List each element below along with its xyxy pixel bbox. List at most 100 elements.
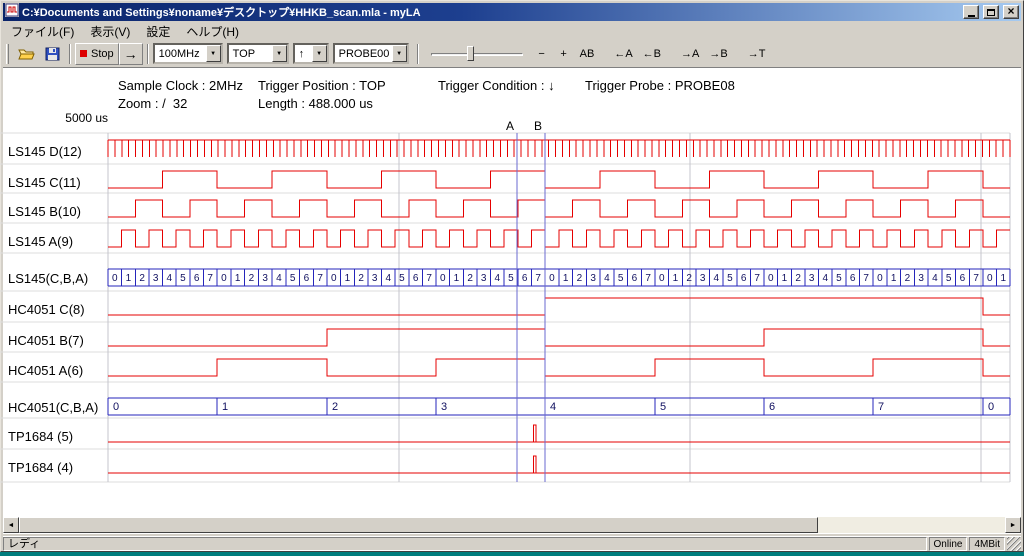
bus-value: 1 — [563, 273, 569, 284]
bus-value: 3 — [441, 401, 447, 413]
bus-value: 4 — [276, 273, 282, 284]
menu-settings[interactable]: 設定 — [138, 21, 178, 42]
probe-combobox[interactable]: PROBE00 ▼ — [333, 43, 409, 64]
bus-value: 0 — [768, 273, 774, 284]
waveform — [108, 359, 1010, 376]
stop-label: Stop — [91, 48, 114, 60]
zoom-out-button[interactable]: − — [531, 43, 553, 65]
channel-label: HC4051 C(8) — [8, 302, 85, 317]
menu-help[interactable]: ヘルプ(H) — [178, 21, 247, 42]
resize-grip[interactable] — [1007, 537, 1021, 551]
bus-value: 3 — [809, 273, 815, 284]
stop-button[interactable]: Stop — [75, 43, 119, 65]
close-icon: × — [1007, 5, 1014, 17]
bus-value: 7 — [863, 273, 869, 284]
toolbar-separator — [147, 44, 149, 64]
dropdown-arrow-icon[interactable]: ▼ — [392, 45, 407, 62]
waveform — [108, 456, 1010, 473]
dropdown-arrow-icon[interactable]: ▼ — [312, 45, 327, 62]
open-button[interactable] — [13, 43, 40, 65]
bus-value: 5 — [946, 273, 952, 284]
minimize-button[interactable] — [963, 5, 979, 19]
trigger-edge-combobox[interactable]: ↑ ▼ — [293, 43, 329, 64]
save-button[interactable] — [40, 43, 65, 65]
channel-label: HC4051(C,B,A) — [8, 400, 98, 415]
folder-open-icon — [18, 47, 35, 61]
waveform — [108, 230, 1010, 247]
bus-value: 2 — [795, 273, 801, 284]
bus-value: 3 — [372, 273, 378, 284]
goto-b-left-button[interactable]: ←B — [638, 43, 666, 65]
bus-value: 7 — [878, 401, 884, 413]
trigger-position-combobox[interactable]: TOP ▼ — [227, 43, 289, 64]
goto-a-right-button[interactable]: →A — [676, 43, 704, 65]
bus-value: 0 — [987, 273, 993, 284]
trigger-position-info: Trigger Position : TOP — [258, 78, 386, 93]
zoom-slider[interactable] — [429, 43, 525, 65]
status-text: レディ — [3, 537, 927, 551]
bus-value: 0 — [877, 273, 883, 284]
slider-thumb[interactable] — [467, 46, 474, 61]
goto-a-left-button[interactable]: ←A — [609, 43, 637, 65]
scrollbar-thumb[interactable] — [19, 517, 818, 533]
status-online: Online — [929, 537, 968, 551]
bus-value: 2 — [139, 273, 145, 284]
bus-waveform — [108, 398, 1010, 415]
bus-value: 5 — [660, 401, 666, 413]
bus-value: 7 — [317, 273, 323, 284]
bus-value: 5 — [180, 273, 186, 284]
channel-label: LS145 A(9) — [8, 234, 73, 249]
marker-label-b: B — [534, 119, 542, 133]
close-button[interactable]: × — [1003, 5, 1019, 19]
waveform-area[interactable]: LS145 D(12)LS145 C(11)LS145 B(10)LS145 A… — [0, 118, 1024, 508]
zoom-in-button[interactable]: + — [553, 43, 575, 65]
horizontal-scrollbar[interactable]: ◄ ► — [3, 517, 1021, 533]
sample-clock-info: Sample Clock : 2MHz — [118, 78, 243, 93]
title-bar[interactable]: C:¥Documents and Settings¥noname¥デスクトップ¥… — [3, 3, 1021, 21]
bus-value: 6 — [850, 273, 856, 284]
scroll-left-icon: ◄ — [8, 522, 15, 529]
bus-waveform — [108, 269, 1010, 286]
bus-value: 3 — [153, 273, 159, 284]
channel-label: LS145 B(10) — [8, 204, 81, 219]
bus-value: 2 — [332, 401, 338, 413]
bus-value: 3 — [590, 273, 596, 284]
channel-label: LS145 D(12) — [8, 144, 82, 159]
bus-value: 5 — [290, 273, 296, 284]
dropdown-arrow-icon[interactable]: ▼ — [272, 45, 287, 62]
channel-label: LS145(C,B,A) — [8, 271, 88, 286]
goto-b-right-button[interactable]: →B — [704, 43, 732, 65]
bus-value: 1 — [126, 273, 132, 284]
bus-value: 7 — [754, 273, 760, 284]
waveform — [108, 200, 1010, 217]
bus-value: 7 — [535, 273, 541, 284]
goto-trigger-button[interactable]: →T — [743, 43, 771, 65]
ab-button[interactable]: AB — [575, 43, 600, 65]
maximize-button[interactable] — [983, 5, 999, 19]
scroll-left-button[interactable]: ◄ — [3, 517, 19, 533]
dropdown-arrow-icon[interactable]: ▼ — [206, 45, 221, 62]
bus-value: 1 — [891, 273, 897, 284]
marker-label-a: A — [506, 119, 514, 133]
sample-clock-combobox[interactable]: 100MHz ▼ — [153, 43, 223, 64]
status-memory: 4MBit — [969, 537, 1005, 551]
scroll-right-button[interactable]: ► — [1005, 517, 1021, 533]
bus-value: 6 — [632, 273, 638, 284]
run-button[interactable]: → — [119, 43, 143, 65]
menu-file[interactable]: ファイル(F) — [3, 21, 82, 42]
scrollbar-track[interactable] — [19, 517, 1005, 533]
toolbar-separator — [69, 44, 71, 64]
bus-value: 0 — [112, 273, 118, 284]
bus-value: 0 — [440, 273, 446, 284]
bus-value: 3 — [918, 273, 924, 284]
window-title: C:¥Documents and Settings¥noname¥デスクトップ¥… — [22, 4, 959, 20]
menu-view[interactable]: 表示(V) — [82, 21, 138, 42]
trigger-condition-info: Trigger Condition : ↓ — [438, 78, 555, 93]
bus-value: 4 — [550, 401, 556, 413]
sample-clock-value: 100MHz — [159, 48, 200, 60]
bus-value: 5 — [508, 273, 514, 284]
bus-value: 3 — [700, 273, 706, 284]
bus-value: 6 — [413, 273, 419, 284]
bus-value: 4 — [604, 273, 610, 284]
bus-value: 3 — [481, 273, 487, 284]
